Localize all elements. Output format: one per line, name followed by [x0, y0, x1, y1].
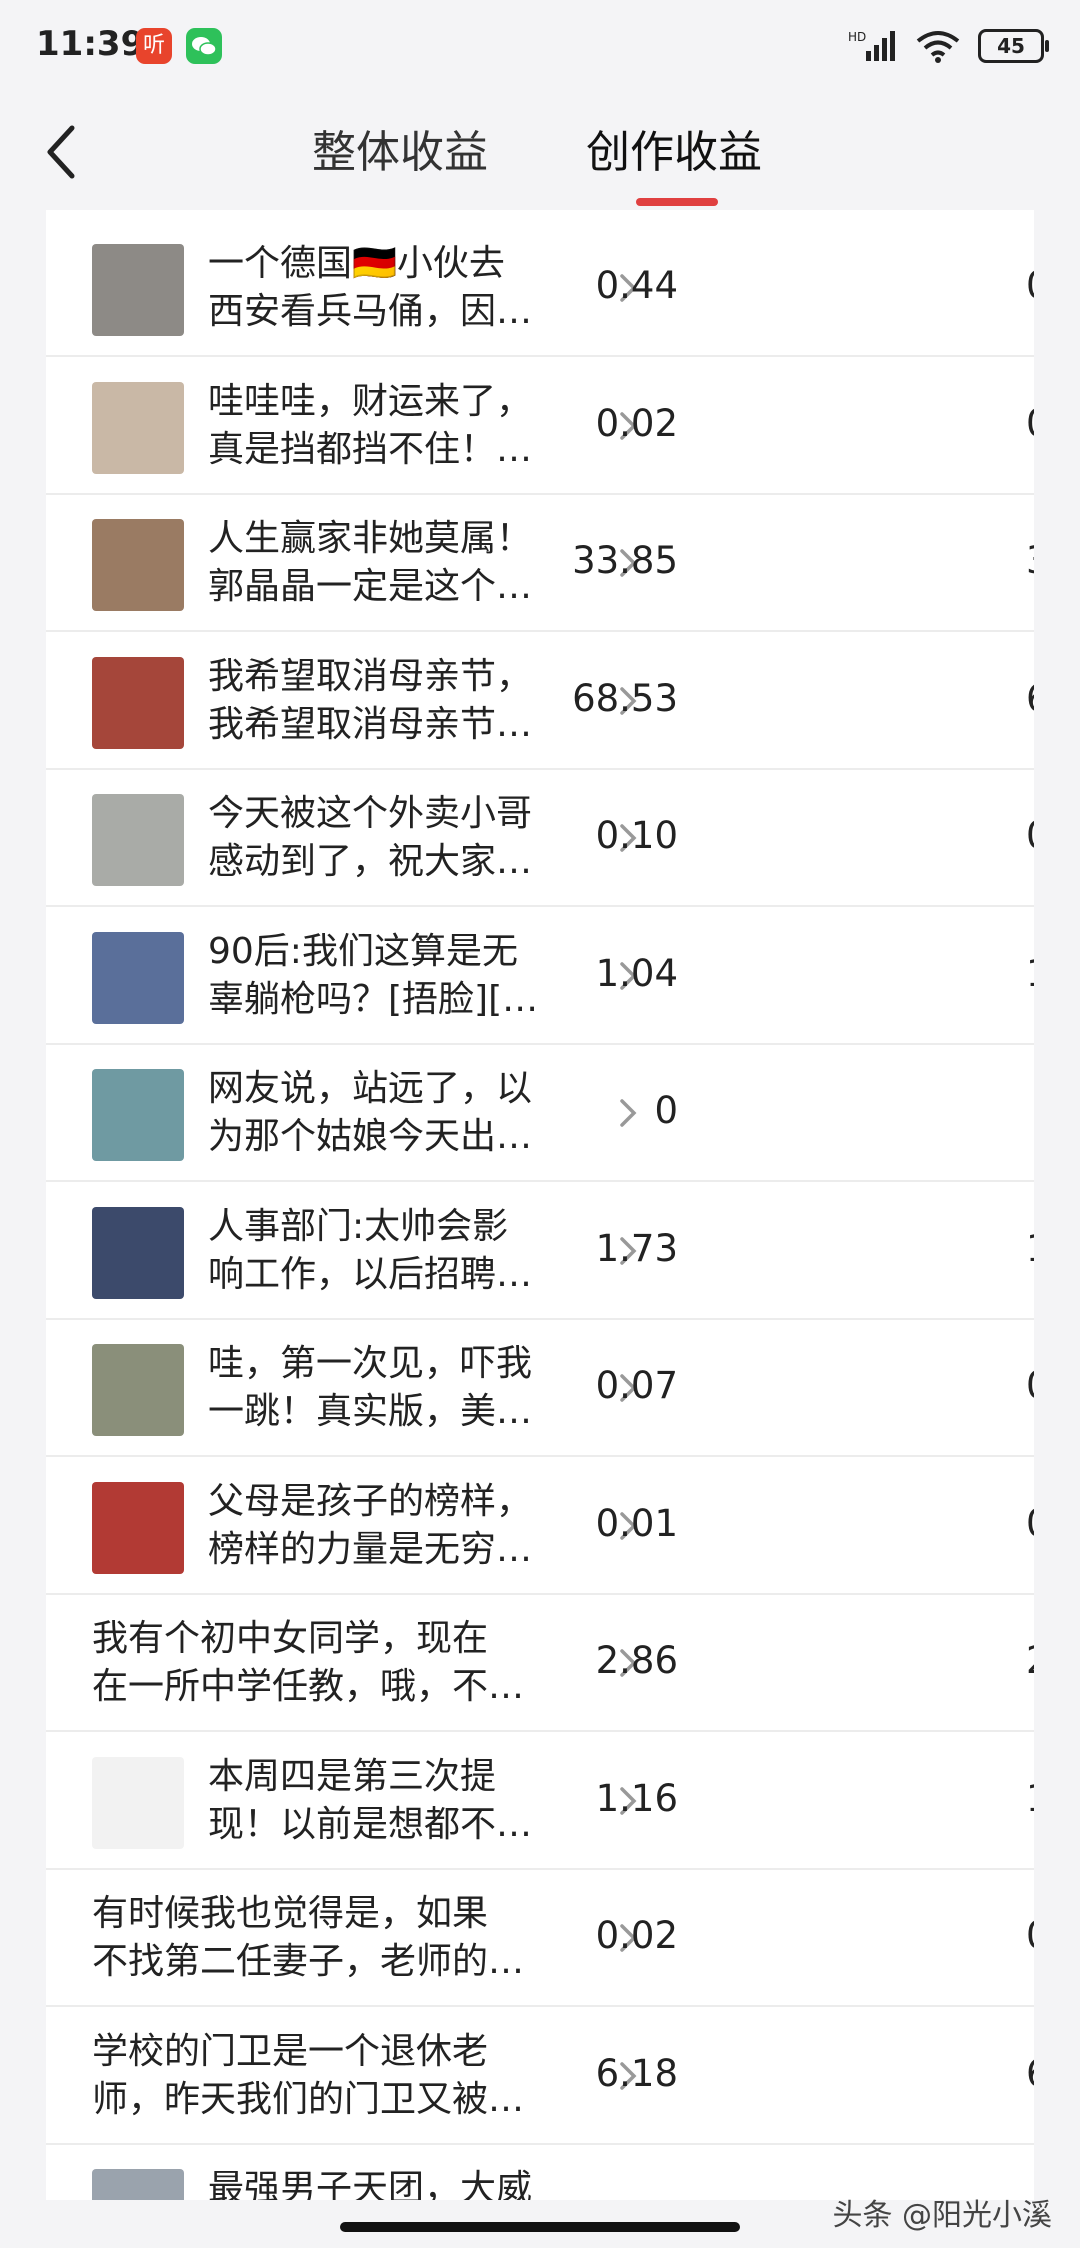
- earnings-value-secondary: 1: [1026, 1777, 1034, 1820]
- item-title: 人事部门:太帅会影 响工作，以后招聘…: [208, 1205, 533, 1295]
- earnings-value-secondary: 0: [1026, 814, 1034, 857]
- item-title: 人生赢家非她莫属！ 郭晶晶一定是这个…: [208, 518, 533, 607]
- earnings-value: 0.01: [595, 1501, 678, 1545]
- earnings-value: 1.16: [595, 1776, 678, 1820]
- earnings-value: 6.18: [595, 2051, 678, 2095]
- list-item[interactable]: 本周四是第三次提 现！以前是想都不… 1.16 1: [46, 1731, 1034, 1870]
- top-nav: 整体收益 创作收益: [0, 92, 1080, 210]
- back-arrow-icon[interactable]: [40, 122, 90, 182]
- earnings-value-secondary: 1: [1026, 1227, 1034, 1270]
- item-title: 我希望取消母亲节， 我希望取消母亲节…: [208, 655, 533, 745]
- status-time: 11:39: [36, 24, 145, 64]
- video-thumbnail: [92, 1481, 184, 1574]
- list-item[interactable]: 哇，第一次见，吓我 一跳！真实版，美… 0.07 0: [46, 1318, 1034, 1457]
- list-item[interactable]: 人事部门:太帅会影 响工作，以后招聘… 1.73 1: [46, 1181, 1034, 1320]
- battery-icon: 45: [978, 29, 1049, 63]
- item-title: 有时候我也觉得是，如果 不找第二任妻子，老师的…: [92, 1893, 525, 1982]
- signal-icon: HD: [848, 30, 895, 61]
- video-thumbnail: [92, 381, 184, 474]
- earnings-value-secondary: 0: [1026, 1914, 1034, 1957]
- list-item[interactable]: 人生赢家非她莫属！ 郭晶晶一定是这个… 33.85 33: [46, 493, 1034, 632]
- earnings-value: 2.86: [595, 1639, 678, 1682]
- video-thumbnail: [92, 519, 184, 611]
- earnings-value-secondary: 0: [1026, 402, 1034, 445]
- earnings-value-secondary: 1: [1026, 952, 1034, 995]
- watermark: 头条 @阳光小溪: [832, 2198, 1052, 2233]
- earnings-value-secondary: 2: [1026, 1639, 1034, 1682]
- earnings-value: 0.07: [595, 1364, 678, 1407]
- item-title: 学校的门卫是一个退休老 师，昨天我们的门卫又被…: [92, 2030, 525, 2120]
- list-item[interactable]: 网友说，站远了，以 为那个姑娘今天出… 0: [46, 1043, 1034, 1182]
- home-indicator[interactable]: [340, 2222, 740, 2232]
- earnings-value-secondary: 68: [1026, 677, 1034, 720]
- item-title: 网友说，站远了，以 为那个姑娘今天出…: [208, 1068, 533, 1157]
- svg-text:HD: HD: [848, 30, 866, 44]
- list-item[interactable]: 哇哇哇，财运来了， 真是挡都挡不住！… 0.02 0: [46, 356, 1034, 495]
- list-item[interactable]: 学校的门卫是一个退休老 师，昨天我们的门卫又被… 6.18 6: [46, 2006, 1034, 2145]
- earnings-value-secondary: 6: [1026, 2052, 1034, 2095]
- earnings-value-secondary: 0: [1026, 1364, 1034, 1407]
- video-thumbnail: [92, 794, 184, 886]
- earnings-value-secondary: 0: [1026, 1502, 1034, 1545]
- earnings-value-secondary: 33: [1026, 539, 1034, 582]
- earnings-value: 1.04: [595, 951, 678, 995]
- earnings-value-secondary: 0: [1026, 264, 1034, 307]
- earnings-value: 1.73: [595, 1226, 678, 1270]
- video-thumbnail: [92, 1206, 184, 1299]
- status-indicators: HD 45: [848, 22, 1049, 70]
- wifi-icon: [916, 31, 960, 63]
- video-thumbnail: [92, 2169, 184, 2200]
- earnings-value: 68.53: [572, 676, 678, 720]
- video-thumbnail: [92, 656, 184, 749]
- video-thumbnail: [92, 244, 184, 336]
- video-thumbnail: [92, 1069, 184, 1161]
- active-tab-indicator: [636, 198, 718, 206]
- item-title: 父母是孩子的榜样， 榜样的力量是无穷…: [208, 1480, 533, 1570]
- item-title: 本周四是第三次提 现！以前是想都不…: [208, 1755, 533, 1845]
- item-title: 90后:我们这算是无 辜躺枪吗？[捂脸][…: [208, 930, 539, 1020]
- list-item[interactable]: 有时候我也觉得是，如果 不找第二任妻子，老师的… 0.02 0: [46, 1868, 1034, 2007]
- wechat-icon: [186, 28, 222, 64]
- video-thumbnail: [92, 1756, 184, 1849]
- status-bar: 11:39 听 HD 45: [0, 0, 1080, 92]
- earnings-value: 0.02: [595, 1914, 678, 1957]
- item-title: 一个德国🇩🇪小伙去 西安看兵马俑，因…: [208, 243, 533, 332]
- earnings-value: 0.44: [595, 264, 678, 307]
- earnings-value: 33.85: [572, 539, 678, 582]
- item-title: 哇，第一次见，吓我 一跳！真实版，美…: [208, 1343, 533, 1432]
- earnings-value: 0.02: [595, 401, 678, 445]
- list-item[interactable]: 父母是孩子的榜样， 榜样的力量是无穷… 0.01 0: [46, 1456, 1034, 1595]
- item-title: 我有个初中女同学，现在 在一所中学任教，哦，不…: [92, 1618, 525, 1707]
- list-item[interactable]: 今天被这个外卖小哥 感动到了，祝大家… 0.10 0: [46, 768, 1034, 907]
- item-title: 今天被这个外卖小哥 感动到了，祝大家…: [208, 793, 533, 882]
- tab-creation-earnings[interactable]: 创作收益: [586, 116, 762, 180]
- item-title: 哇哇哇，财运来了， 真是挡都挡不住！…: [208, 380, 533, 470]
- item-title: 最强男子天团，大威: [208, 2168, 533, 2200]
- video-thumbnail: [92, 931, 184, 1024]
- earnings-value: 0.10: [595, 814, 678, 857]
- earnings-value: 0: [654, 1089, 678, 1132]
- list-item[interactable]: 90后:我们这算是无 辜躺枪吗？[捂脸][… 1.04 1: [46, 906, 1034, 1045]
- chevron-right-icon[interactable]: [614, 1093, 644, 1133]
- list-item[interactable]: 我希望取消母亲节， 我希望取消母亲节… 68.53 68: [46, 631, 1034, 770]
- list-item[interactable]: 我有个初中女同学，现在 在一所中学任教，哦，不… 2.86 2: [46, 1593, 1034, 1732]
- earnings-list: 一个德国🇩🇪小伙去 西安看兵马俑，因… 0.44 0 哇哇哇，财运来了， 真是挡都…: [46, 210, 1034, 2200]
- tab-overall-earnings[interactable]: 整体收益: [312, 116, 488, 180]
- video-thumbnail: [92, 1344, 184, 1436]
- listen-app-icon: 听: [136, 28, 172, 64]
- list-item[interactable]: 一个德国🇩🇪小伙去 西安看兵马俑，因… 0.44 0: [46, 218, 1034, 357]
